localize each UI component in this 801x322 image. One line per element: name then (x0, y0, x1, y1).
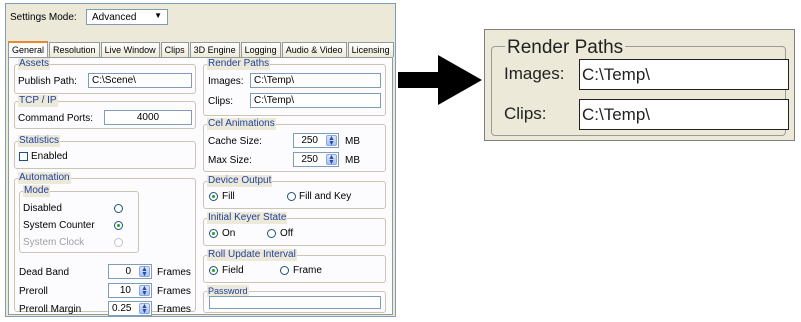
mode-system-clock-radio (114, 238, 123, 247)
zoom-clips-label: Clips: (504, 104, 547, 123)
field-label: Field (222, 265, 244, 276)
field-radio[interactable] (209, 266, 218, 275)
frame-label: Frame (293, 265, 322, 276)
mode-system-counter-label: System Counter (23, 220, 95, 231)
publish-path-input[interactable]: C:\Scene\ (88, 73, 192, 88)
statistics-title: Statistics (18, 135, 61, 147)
cache-size-value: 250 (301, 135, 318, 146)
images-label: Images: (208, 76, 244, 87)
zoom-render-paths-title: Render Paths (505, 37, 626, 59)
zoom-callout: Render Paths Images: C:\Temp\ Clips: C:\… (484, 29, 795, 141)
automation-title: Automation (18, 172, 71, 184)
settings-mode-value: Advanced (92, 12, 137, 23)
tab-logging[interactable]: Logging (240, 42, 281, 57)
dead-band-label: Dead Band (19, 267, 70, 278)
dead-band-input[interactable]: 0 ▲ ▼ (108, 264, 152, 279)
command-ports-input[interactable]: 4000 (104, 110, 192, 125)
settings-window: Settings Mode: Advanced ▼ General Resolut… (5, 3, 396, 317)
tab-clips[interactable]: Clips (160, 42, 189, 57)
preroll-margin-value: 0.25 (112, 303, 132, 314)
command-ports-label: Command Ports: (18, 113, 94, 124)
enabled-label: Enabled (31, 151, 68, 162)
fill-and-key-radio[interactable] (287, 192, 296, 201)
preroll-margin-label: Preroll Margin (19, 304, 82, 315)
publish-path-label: Publish Path: (18, 76, 77, 87)
cel-animations-title: Cel Animations (207, 118, 276, 130)
mode-title: Mode (23, 185, 51, 197)
settings-mode-label: Settings Mode: (10, 12, 77, 23)
keyer-on-label: On (222, 228, 236, 239)
clips-label: Clips: (208, 96, 234, 107)
frame-radio[interactable] (280, 266, 289, 275)
preroll-margin-input[interactable]: 0.25 ▲ ▼ (108, 301, 152, 316)
render-paths-title: Render Paths (207, 58, 271, 70)
spin-arrows-icon[interactable]: ▲ ▼ (139, 285, 150, 297)
tab-resolution[interactable]: Resolution (49, 42, 100, 57)
zoom-images-label: Images: (504, 64, 565, 83)
fill-label: Fill (222, 191, 235, 202)
spin-arrows-icon[interactable]: ▲ ▼ (139, 303, 150, 315)
max-size-value: 250 (301, 154, 318, 165)
mode-system-clock-label: System Clock (23, 237, 85, 248)
keyer-on-radio[interactable] (209, 229, 218, 238)
max-size-unit: MB (345, 155, 360, 166)
preroll-input[interactable]: 10 ▲ ▼ (108, 283, 152, 298)
fill-and-key-label: Fill and Key (299, 191, 352, 202)
roll-update-title: Roll Update Interval (207, 249, 297, 261)
zoom-clips-input: C:\Temp\ (579, 99, 789, 130)
device-output-title: Device Output (207, 175, 273, 187)
tab-3d-engine[interactable]: 3D Engine (189, 42, 240, 57)
max-size-input[interactable]: 250 ▲ ▼ (293, 152, 339, 167)
cache-size-input[interactable]: 250 ▲ ▼ (293, 133, 339, 148)
dropdown-arrow-icon: ▼ (154, 11, 162, 20)
cache-size-unit: MB (345, 136, 360, 147)
max-size-label: Max Size: (208, 155, 252, 166)
tab-audio-video[interactable]: Audio & Video (281, 42, 347, 57)
spin-arrows-icon[interactable]: ▲ ▼ (326, 154, 337, 166)
tab-bar: General Resolution Live Window Clips 3D Engi… (8, 41, 395, 57)
dead-band-unit: Frames (157, 267, 191, 278)
password-input[interactable] (209, 296, 381, 309)
assets-title: Assets (18, 58, 51, 70)
general-panel: Assets Publish Path: C:\Scene\ TCP / IP … (8, 57, 393, 316)
settings-mode-dropdown[interactable]: Advanced ▼ (86, 9, 168, 25)
callout-arrow-icon (398, 55, 482, 105)
spin-arrows-icon[interactable]: ▲ ▼ (326, 135, 337, 147)
clips-path-input[interactable]: C:\Temp\ (250, 93, 381, 108)
keyer-off-label: Off (280, 228, 294, 239)
images-path-input[interactable]: C:\Temp\ (250, 73, 381, 88)
preroll-value: 10 (119, 285, 131, 296)
tab-general[interactable]: General (8, 41, 49, 57)
tab-licensing[interactable]: Licensing (347, 42, 394, 57)
tab-live-window[interactable]: Live Window (100, 42, 160, 57)
enabled-checkbox[interactable] (19, 152, 28, 161)
preroll-label: Preroll (19, 286, 48, 297)
initial-keyer-title: Initial Keyer State (207, 212, 288, 224)
cache-size-label: Cache Size: (208, 136, 262, 147)
mode-system-counter-radio[interactable] (114, 221, 123, 230)
tcp-ip-title: TCP / IP (18, 95, 58, 107)
render-paths-group: Render Paths (203, 58, 386, 116)
mode-disabled-radio[interactable] (114, 204, 123, 213)
preroll-unit: Frames (157, 286, 191, 297)
preroll-margin-unit: Frames (157, 304, 191, 315)
dead-band-value: 0 (125, 266, 131, 277)
keyer-off-radio[interactable] (267, 229, 276, 238)
fill-radio[interactable] (209, 192, 218, 201)
mode-disabled-label: Disabled (23, 203, 62, 214)
spin-arrows-icon[interactable]: ▲ ▼ (139, 266, 150, 278)
zoom-images-input: C:\Temp\ (579, 59, 789, 90)
